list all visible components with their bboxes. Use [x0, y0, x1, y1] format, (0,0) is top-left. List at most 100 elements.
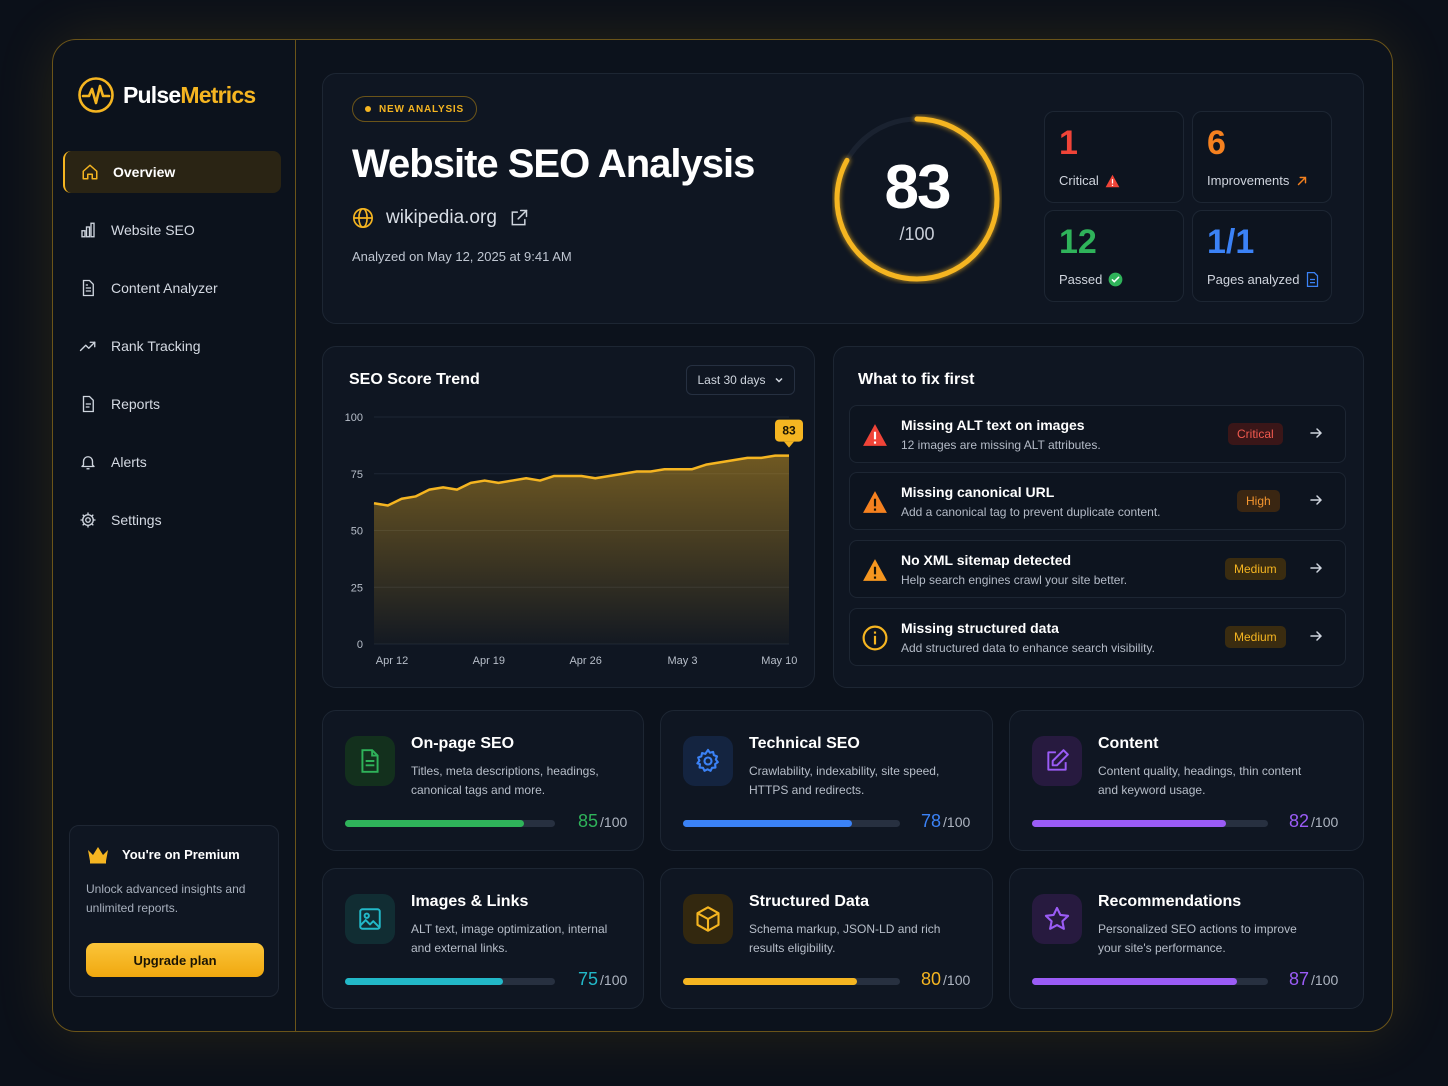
- sidebar-item-label: Website SEO: [111, 222, 195, 238]
- arrow-right-icon[interactable]: [1308, 425, 1324, 441]
- warning-icon: [863, 491, 887, 513]
- progress-fill: [1032, 820, 1226, 827]
- edit-icon: [1047, 749, 1069, 771]
- severity-badge: High: [1237, 490, 1280, 512]
- external-link-icon[interactable]: [509, 208, 529, 228]
- sidebar-item-label: Alerts: [111, 454, 147, 470]
- warning-icon: [1105, 174, 1120, 187]
- x-tick-label: Apr 12: [376, 655, 408, 667]
- category-score: 85/100: [578, 811, 628, 831]
- sidebar-item-content-analyzer[interactable]: Content Analyzer: [63, 267, 281, 309]
- progress-bar: [683, 978, 900, 985]
- stat-value: 6: [1207, 124, 1226, 162]
- app-window: PulseMetrics Overview Website SEO Conten…: [52, 39, 1393, 1032]
- progress-fill: [1032, 978, 1238, 985]
- stat-improvements[interactable]: 6 Improvements: [1192, 111, 1332, 203]
- warning-icon: [863, 424, 887, 446]
- warning-icon: [863, 559, 887, 581]
- arrow-right-icon[interactable]: [1308, 628, 1324, 644]
- severity-badge: Medium: [1225, 626, 1286, 648]
- sidebar-item-settings[interactable]: Settings: [63, 499, 281, 541]
- arrow-right-icon[interactable]: [1308, 560, 1324, 576]
- y-tick-label: 25: [351, 582, 363, 594]
- score-denominator: /100: [899, 224, 935, 244]
- severity-badge: Medium: [1225, 558, 1286, 580]
- progress-bar: [1032, 978, 1268, 985]
- site-url[interactable]: wikipedia.org: [352, 207, 529, 229]
- fix-item-no-sitemap[interactable]: No XML sitemap detected Help search engi…: [849, 540, 1346, 598]
- sidebar-item-alerts[interactable]: Alerts: [63, 441, 281, 483]
- what-to-fix-card: What to fix first Missing ALT text on im…: [833, 346, 1364, 688]
- trending-up-icon: [79, 341, 96, 352]
- progress-fill: [345, 978, 503, 985]
- premium-title: You're on Premium: [86, 844, 262, 864]
- bar-chart-icon: [81, 222, 95, 238]
- category-score: 78/100: [921, 811, 971, 831]
- new-analysis-badge: NEW ANALYSIS: [352, 96, 477, 122]
- y-tick-label: 0: [357, 639, 363, 651]
- stat-value: 12: [1059, 223, 1097, 261]
- bell-icon: [81, 456, 95, 470]
- progress-fill: [683, 820, 853, 827]
- sidebar-item-label: Rank Tracking: [111, 338, 201, 354]
- logo[interactable]: PulseMetrics: [77, 76, 256, 114]
- category-card-recommendations[interactable]: Recommendations Personalized SEO actions…: [1009, 868, 1364, 1009]
- category-card-structured-data[interactable]: Structured Data Schema markup, JSON-LD a…: [660, 868, 993, 1009]
- premium-card: You're on Premium Unlock advanced insigh…: [69, 825, 279, 997]
- gear-icon: [696, 748, 719, 772]
- category-score: 82/100: [1289, 811, 1339, 831]
- sidebar-item-label: Overview: [113, 164, 176, 180]
- premium-description: Unlock advanced insights and unlimited r…: [86, 882, 246, 915]
- category-card-content[interactable]: Content Content quality, headings, thin …: [1009, 710, 1364, 851]
- progress-fill: [683, 978, 857, 985]
- seo-score-trend-card: SEO Score Trend Last 30 days 0 25 50 75 100 …: [322, 346, 815, 688]
- y-tick-label: 100: [345, 412, 363, 424]
- x-tick-label: Apr 19: [473, 655, 505, 667]
- progress-fill: [345, 820, 524, 827]
- analysis-header-card: NEW ANALYSIS Website SEO Analysis wikipe…: [322, 73, 1364, 324]
- latest-value-label: 83: [782, 424, 796, 438]
- upgrade-plan-button[interactable]: Upgrade plan: [86, 943, 264, 977]
- progress-bar: [683, 820, 900, 827]
- cube-icon: [696, 906, 720, 932]
- stat-passed[interactable]: 12 Passed: [1044, 210, 1184, 302]
- score-value: 83: [884, 153, 952, 222]
- fix-item-missing-structured-data[interactable]: Missing structured data Add structured d…: [849, 608, 1346, 666]
- gear-icon: [80, 512, 96, 528]
- category-score: 87/100: [1289, 969, 1339, 989]
- category-score: 80/100: [921, 969, 971, 989]
- fix-item-missing-canonical[interactable]: Missing canonical URL Add a canonical ta…: [849, 472, 1346, 530]
- progress-bar: [1032, 820, 1268, 827]
- arrow-up-right-icon: [1298, 176, 1307, 185]
- trend-area: [374, 455, 789, 644]
- x-tick-label: May 10: [761, 655, 797, 667]
- latest-value-tooltip: 83: [775, 419, 803, 448]
- page-icon: [1306, 272, 1318, 287]
- sidebar-nav: Overview Website SEO Content Analyzer Ra…: [63, 151, 281, 557]
- y-tick-label: 75: [351, 469, 363, 481]
- check-circle-icon: [1109, 272, 1123, 287]
- sidebar-item-label: Settings: [111, 512, 162, 528]
- trend-chart: 0 25 50 75 100 Apr 12 Apr 19 Apr 26 May 3 May 10…: [345, 412, 803, 667]
- document-icon: [361, 749, 379, 773]
- stat-pages-analyzed[interactable]: 1/1 Pages analyzed: [1192, 210, 1332, 302]
- score-gauge: 83 /100: [832, 114, 1002, 284]
- x-tick-label: May 3: [668, 655, 698, 667]
- stat-value: 1/1: [1207, 223, 1255, 261]
- brand-name: PulseMetrics: [123, 81, 256, 108]
- category-card-onpage-seo[interactable]: On-page SEO Titles, meta descriptions, h…: [322, 710, 644, 851]
- progress-bar: [345, 978, 555, 985]
- category-card-images-links[interactable]: Images & Links ALT text, image optimizat…: [322, 868, 644, 1009]
- sidebar-item-website-seo[interactable]: Website SEO: [63, 209, 281, 251]
- sidebar-item-reports[interactable]: Reports: [63, 383, 281, 425]
- stat-critical[interactable]: 1 Critical: [1044, 111, 1184, 203]
- sidebar-item-overview[interactable]: Overview: [63, 151, 281, 193]
- arrow-right-icon[interactable]: [1308, 492, 1324, 508]
- globe-icon: [353, 208, 373, 228]
- document-icon: [82, 279, 94, 297]
- sidebar-item-label: Content Analyzer: [111, 280, 218, 296]
- fix-item-missing-alt[interactable]: Missing ALT text on images 12 images are…: [849, 405, 1346, 463]
- sidebar-item-rank-tracking[interactable]: Rank Tracking: [63, 325, 281, 367]
- category-card-technical-seo[interactable]: Technical SEO Crawlability, indexability…: [660, 710, 993, 851]
- crown-icon: [88, 847, 108, 864]
